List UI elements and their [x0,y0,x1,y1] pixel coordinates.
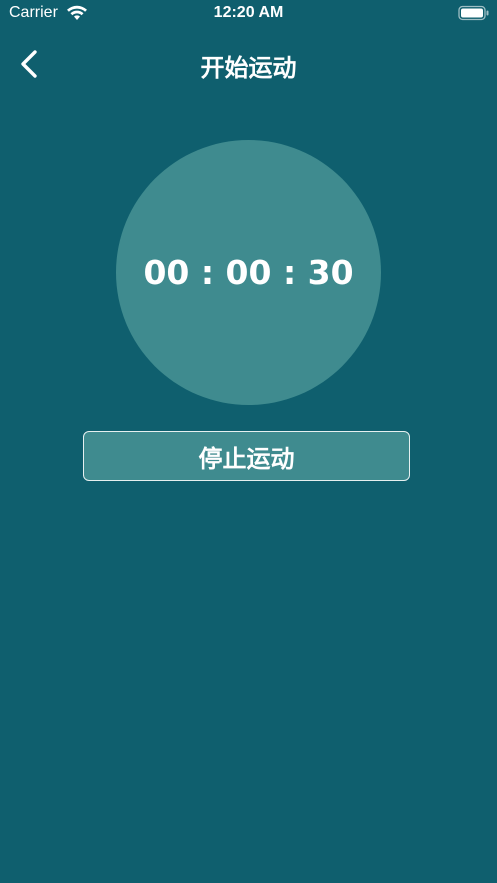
timer-display: 00 : 00 : 30 [143,253,354,292]
navigation-bar: 开始运动 [0,38,497,90]
timer-circle: 00 : 00 : 30 [116,140,381,405]
status-time: 12:20 AM [213,4,284,21]
battery-icon [458,5,490,21]
page-title: 开始运动 [200,54,297,82]
status-bar: Carrier 12:20 AM [0,0,497,28]
stop-exercise-button[interactable]: 停止运动 [83,431,410,481]
